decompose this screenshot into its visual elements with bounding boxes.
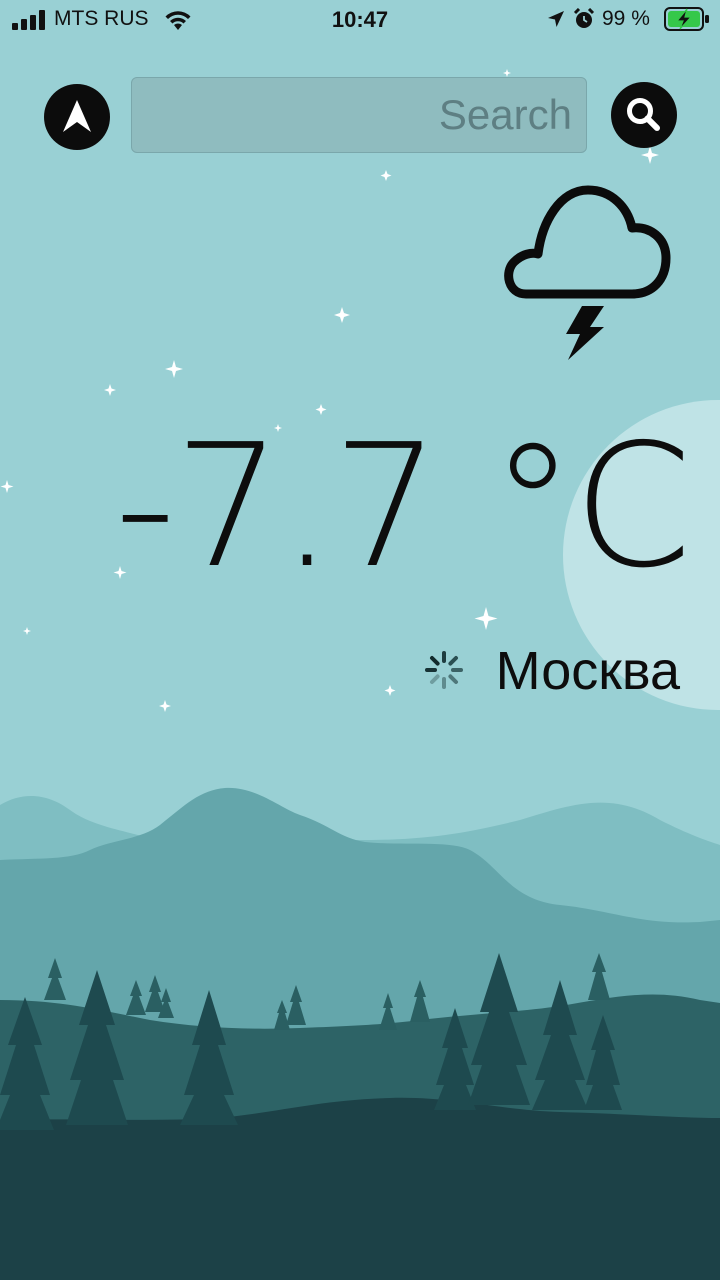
search-button[interactable]: [611, 82, 677, 148]
search-input[interactable]: [132, 78, 586, 152]
search-box[interactable]: [131, 77, 587, 153]
stars: [0, 69, 659, 712]
temperature-value: -7.7 °C: [114, 408, 692, 606]
battery-percentage: 99 %: [602, 7, 650, 30]
cloud-lightning-icon: [504, 185, 671, 360]
navigation-arrow-icon: [63, 100, 91, 132]
battery-charging-icon: [664, 7, 709, 31]
magnifier-icon: [627, 98, 660, 131]
weather-app-screen: MTS RUS 10:47 99 % Search -7.7 °C Москва: [0, 0, 720, 1280]
city-name: Москва: [495, 641, 680, 701]
alarm-clock-icon: [573, 8, 595, 28]
ground: [0, 1097, 720, 1280]
status-bar: MTS RUS 10:47 99 %: [0, 0, 720, 40]
location-arrow-icon: [548, 11, 564, 27]
locate-button[interactable]: [44, 84, 110, 150]
